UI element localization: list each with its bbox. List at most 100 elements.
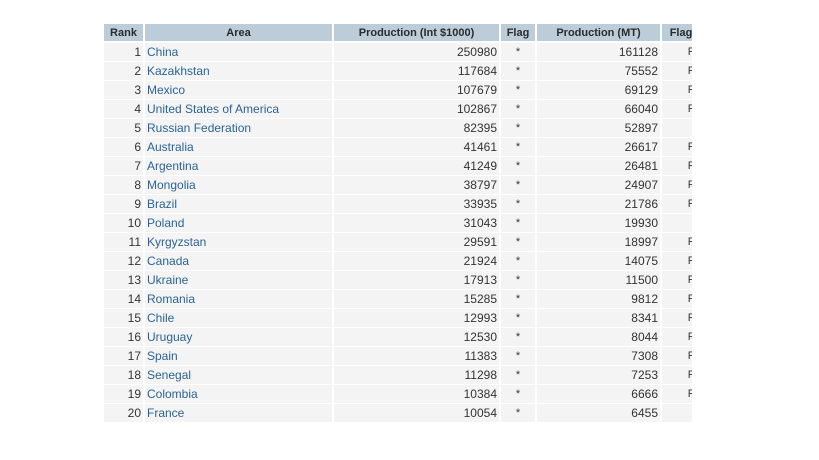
- area-cell: Chile: [145, 309, 332, 328]
- flag-2-cell: F: [662, 404, 692, 423]
- flag-1-cell: *: [501, 290, 535, 309]
- table-row: 12 Canada 21924*14075Fc: [104, 252, 692, 271]
- flag-2-cell: Fc: [662, 62, 692, 81]
- area-link[interactable]: France: [147, 406, 184, 420]
- production-mt-cell: 26617: [537, 138, 660, 157]
- area-link[interactable]: China: [147, 45, 178, 59]
- flag-2-cell: Fc: [662, 290, 692, 309]
- production-int-cell: 17913: [334, 271, 499, 290]
- area-cell: Australia: [145, 138, 332, 157]
- production-mt-cell: 19930: [537, 214, 660, 233]
- area-link[interactable]: Mexico: [147, 83, 185, 97]
- area-link[interactable]: Australia: [147, 140, 194, 154]
- production-int-cell: 31043: [334, 214, 499, 233]
- area-link[interactable]: United States of America: [147, 102, 279, 116]
- table-row: 10 Poland 31043*19930F: [104, 214, 692, 233]
- rank-cell: 4: [104, 100, 143, 119]
- area-cell: Mongolia: [145, 176, 332, 195]
- production-int-cell: 11383: [334, 347, 499, 366]
- area-link[interactable]: Romania: [147, 292, 195, 306]
- area-link[interactable]: Argentina: [147, 159, 198, 173]
- area-cell: Kyrgyzstan: [145, 233, 332, 252]
- area-link[interactable]: Canada: [147, 254, 189, 268]
- production-mt-cell: 6455: [537, 404, 660, 423]
- flag-2-cell: Fc: [662, 309, 692, 328]
- rank-cell: 17: [104, 347, 143, 366]
- production-mt-cell: 7308: [537, 347, 660, 366]
- production-mt-cell: 21786: [537, 195, 660, 214]
- table-row: 18 Senegal 11298*7253Fc: [104, 366, 692, 385]
- rank-cell: 1: [104, 43, 143, 62]
- table-row: 17 Spain 11383*7308Fc: [104, 347, 692, 366]
- rank-cell: 16: [104, 328, 143, 347]
- area-cell: United States of America: [145, 100, 332, 119]
- production-mt-cell: 26481: [537, 157, 660, 176]
- table-row: 13 Ukraine 17913*11500Fc: [104, 271, 692, 290]
- area-cell: Canada: [145, 252, 332, 271]
- production-int-cell: 15285: [334, 290, 499, 309]
- flag-1-cell: *: [501, 385, 535, 404]
- header-flag-2[interactable]: Flag: [662, 24, 692, 43]
- flag-2-cell: Fc: [662, 233, 692, 252]
- area-link[interactable]: Ukraine: [147, 273, 188, 287]
- flag-1-cell: *: [501, 252, 535, 271]
- rank-cell: 3: [104, 81, 143, 100]
- production-mt-cell: 6666: [537, 385, 660, 404]
- table-row: 15 Chile 12993*8341Fc: [104, 309, 692, 328]
- production-mt-cell: 8044: [537, 328, 660, 347]
- rank-cell: 15: [104, 309, 143, 328]
- table-row: 11 Kyrgyzstan 29591*18997Fc: [104, 233, 692, 252]
- area-cell: Mexico: [145, 81, 332, 100]
- area-link[interactable]: Colombia: [147, 387, 198, 401]
- rank-cell: 10: [104, 214, 143, 233]
- production-int-cell: 107679: [334, 81, 499, 100]
- rank-cell: 9: [104, 195, 143, 214]
- table-row: 6 Australia 41461*26617Fc: [104, 138, 692, 157]
- production-int-cell: 117684: [334, 62, 499, 81]
- flag-2-cell: F: [662, 214, 692, 233]
- table-row: 1 China 250980*161128Fc: [104, 43, 692, 62]
- flag-2-cell: F: [662, 119, 692, 138]
- production-int-cell: 29591: [334, 233, 499, 252]
- rank-cell: 12: [104, 252, 143, 271]
- production-int-cell: 250980: [334, 43, 499, 62]
- area-cell: Uruguay: [145, 328, 332, 347]
- flag-2-cell: Fc: [662, 347, 692, 366]
- area-link[interactable]: Kyrgyzstan: [147, 235, 206, 249]
- production-int-cell: 10054: [334, 404, 499, 423]
- area-link[interactable]: Kazakhstan: [147, 64, 210, 78]
- rank-cell: 8: [104, 176, 143, 195]
- production-mt-cell: 24907: [537, 176, 660, 195]
- flag-1-cell: *: [501, 347, 535, 366]
- area-link[interactable]: Poland: [147, 216, 184, 230]
- flag-1-cell: *: [501, 100, 535, 119]
- flag-2-cell: Fc: [662, 195, 692, 214]
- production-int-cell: 33935: [334, 195, 499, 214]
- table-row: 20 France 10054*6455F: [104, 404, 692, 423]
- area-link[interactable]: Spain: [147, 349, 178, 363]
- production-mt-cell: 11500: [537, 271, 660, 290]
- area-link[interactable]: Mongolia: [147, 178, 196, 192]
- area-link[interactable]: Russian Federation: [147, 121, 251, 135]
- flag-1-cell: *: [501, 62, 535, 81]
- flag-2-cell: Fc: [662, 43, 692, 62]
- area-link[interactable]: Uruguay: [147, 330, 192, 344]
- header-production-int[interactable]: Production (Int $1000): [334, 24, 499, 43]
- flag-1-cell: *: [501, 366, 535, 385]
- header-flag-1[interactable]: Flag: [501, 24, 535, 43]
- header-production-mt[interactable]: Production (MT): [537, 24, 660, 43]
- production-mt-cell: 8341: [537, 309, 660, 328]
- area-link[interactable]: Brazil: [147, 197, 177, 211]
- area-cell: Russian Federation: [145, 119, 332, 138]
- production-mt-cell: 75552: [537, 62, 660, 81]
- area-link[interactable]: Chile: [147, 311, 174, 325]
- table-row: 14 Romania 15285*9812Fc: [104, 290, 692, 309]
- header-rank[interactable]: Rank: [104, 24, 143, 43]
- flag-1-cell: *: [501, 233, 535, 252]
- area-link[interactable]: Senegal: [147, 368, 191, 382]
- production-int-cell: 41249: [334, 157, 499, 176]
- table-row: 16 Uruguay 12530*8044Fc: [104, 328, 692, 347]
- header-area[interactable]: Area: [145, 24, 332, 43]
- table-row: 9 Brazil 33935*21786Fc: [104, 195, 692, 214]
- flag-2-cell: Fc: [662, 385, 692, 404]
